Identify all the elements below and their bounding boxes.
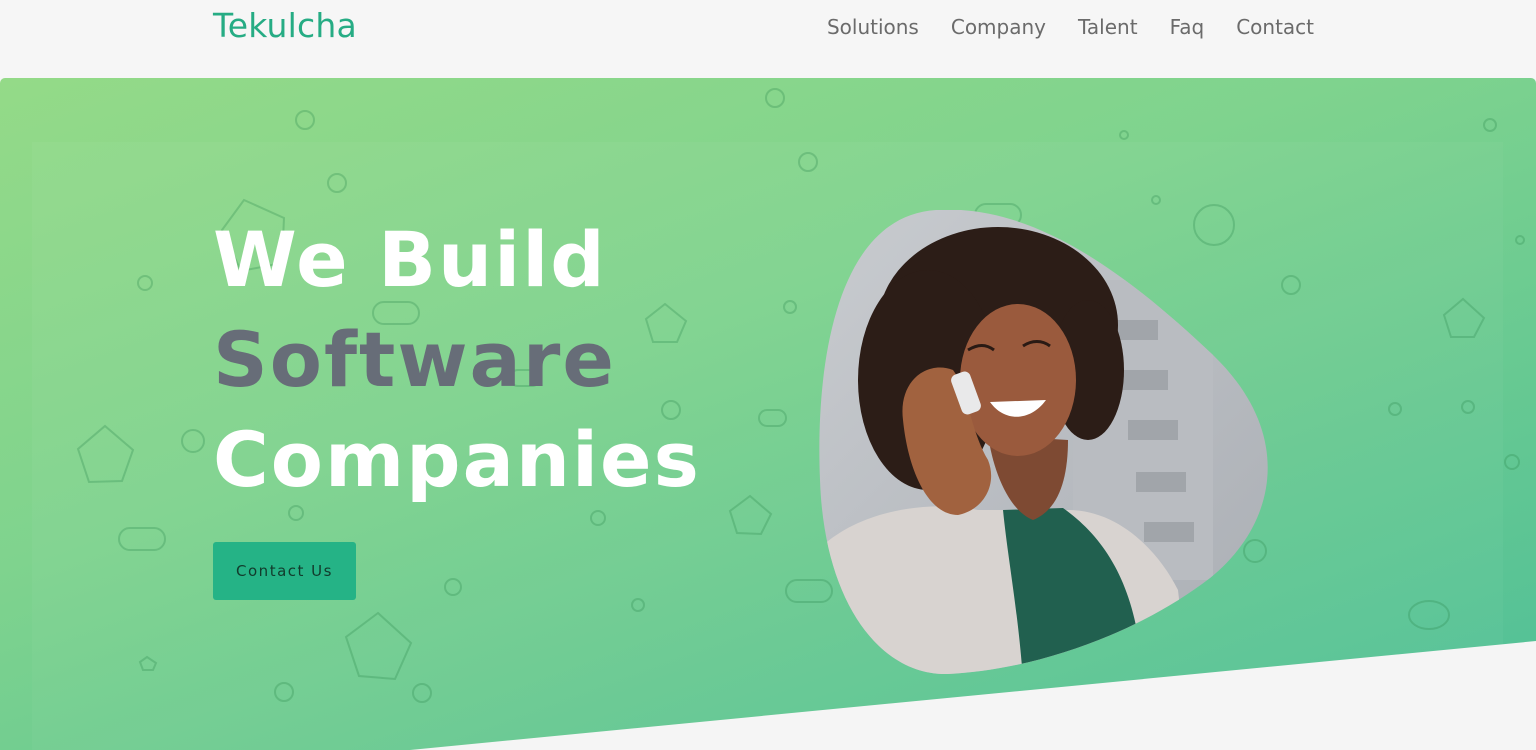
headline-line-2: Software	[213, 315, 616, 404]
page: Tekulcha Solutions Company Talent Faq Co…	[0, 0, 1536, 750]
brand-logo[interactable]: Tekulcha	[213, 4, 357, 48]
nav-contact[interactable]: Contact	[1236, 12, 1314, 42]
nav-company[interactable]: Company	[951, 12, 1046, 42]
nav-talent[interactable]: Talent	[1078, 12, 1138, 42]
nav-solutions[interactable]: Solutions	[827, 12, 919, 42]
hero-headline: We Build Software Companies	[213, 210, 701, 510]
headline-line-1: We Build	[213, 215, 607, 304]
headline-line-3: Companies	[213, 415, 701, 504]
nav-faq[interactable]: Faq	[1170, 12, 1205, 42]
contact-us-button[interactable]: Contact Us	[213, 542, 356, 600]
woman-on-phone-photo	[819, 210, 1268, 675]
main-nav: Solutions Company Talent Faq Contact	[827, 12, 1314, 42]
hero-section: We Build Software Companies Contact Us	[0, 78, 1536, 750]
top-navigation-bar: Tekulcha Solutions Company Talent Faq Co…	[0, 0, 1536, 78]
